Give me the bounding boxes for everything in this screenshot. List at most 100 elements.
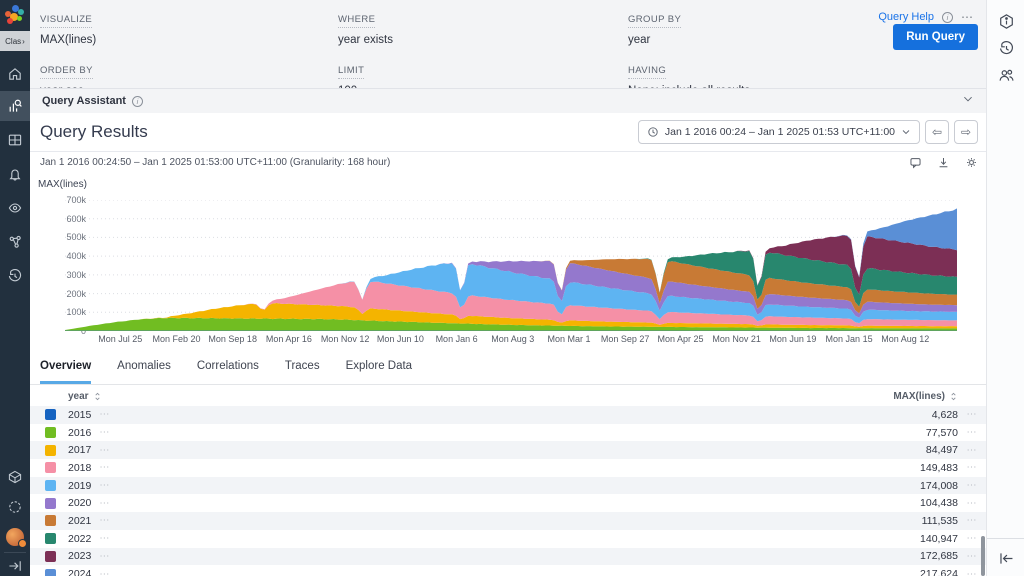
sidebar-item-query[interactable]: [0, 91, 30, 121]
query-help-info-icon[interactable]: i: [942, 12, 953, 23]
chevron-down-icon: [901, 127, 911, 137]
sidebar-item-alerts[interactable]: [0, 159, 30, 189]
value-menu-icon[interactable]: ⋯: [958, 462, 986, 473]
time-range-picker[interactable]: Jan 1 2016 00:24 – Jan 1 2025 01:53 UTC+…: [638, 120, 920, 144]
table-row[interactable]: 2018⋯149,483⋯: [30, 459, 986, 477]
value-menu-icon[interactable]: ⋯: [958, 445, 986, 456]
series-color-swatch: [45, 515, 56, 526]
row-menu-icon[interactable]: ⋯: [99, 427, 110, 438]
having-label: HAVING: [628, 65, 666, 79]
max-lines-column-header[interactable]: MAX(lines): [893, 391, 945, 402]
visualize-clause[interactable]: VISUALIZE MAX(lines): [40, 9, 338, 46]
query-help-link[interactable]: Query Help: [878, 11, 934, 23]
history-forward-button[interactable]: ⇨: [954, 120, 978, 144]
run-query-button[interactable]: Run Query: [893, 24, 978, 50]
group-by-value[interactable]: year: [628, 34, 928, 46]
x-tick-label: Mon Jul 25: [98, 334, 142, 344]
series-color-swatch: [45, 480, 56, 491]
environment-selector[interactable]: Clas ›: [0, 31, 30, 51]
tab-anomalies[interactable]: Anomalies: [117, 360, 171, 384]
environment-label: Clas: [5, 37, 21, 46]
value-menu-icon[interactable]: ⋯: [958, 409, 986, 420]
history-back-button[interactable]: ⇦: [925, 120, 949, 144]
gear-icon[interactable]: [965, 156, 978, 169]
x-tick-label: Mon Feb 20: [152, 334, 200, 344]
vertical-scrollbar-thumb[interactable]: [981, 536, 985, 576]
slo-eye-icon: [7, 200, 23, 216]
year-column-header[interactable]: year: [68, 391, 89, 402]
row-menu-icon[interactable]: ⋯: [99, 498, 110, 509]
sidebar-item-home[interactable]: [0, 59, 30, 89]
chevron-down-icon[interactable]: [962, 92, 974, 110]
query-assistant-info-icon[interactable]: i: [132, 96, 143, 107]
row-menu-icon[interactable]: ⋯: [99, 533, 110, 544]
sidebar-item-query-history[interactable]: [987, 35, 1024, 62]
max-lines-cell: 111,535: [922, 515, 958, 527]
main-content: VISUALIZE MAX(lines) WHERE year exists G…: [30, 0, 986, 576]
row-menu-icon[interactable]: ⋯: [99, 409, 110, 420]
expand-sidebar-button[interactable]: [0, 556, 30, 576]
collapse-panel-button[interactable]: [987, 545, 1024, 572]
table-row[interactable]: 2017⋯84,497⋯: [30, 441, 986, 459]
value-menu-icon[interactable]: ⋯: [958, 427, 986, 438]
download-icon[interactable]: [937, 156, 950, 169]
value-menu-icon[interactable]: ⋯: [958, 498, 986, 509]
row-menu-icon[interactable]: ⋯: [99, 515, 110, 526]
group-by-label: GROUP BY: [628, 14, 681, 28]
limit-label: LIMIT: [338, 65, 364, 79]
tab-correlations[interactable]: Correlations: [197, 360, 259, 384]
max-lines-cell: 104,438: [920, 497, 958, 509]
user-avatar[interactable]: [6, 528, 24, 546]
sidebar-item-boards[interactable]: [0, 125, 30, 155]
series-color-swatch: [45, 445, 56, 456]
max-lines-cell: 174,008: [920, 480, 958, 492]
table-row[interactable]: 2019⋯174,008⋯: [30, 477, 986, 495]
table-row[interactable]: 2023⋯172,685⋯: [30, 548, 986, 566]
where-value[interactable]: year exists: [338, 34, 628, 46]
sidebar-item-status-ring[interactable]: [0, 492, 30, 522]
table-row[interactable]: 2016⋯77,570⋯: [30, 424, 986, 442]
clock-icon: [647, 126, 659, 138]
value-menu-icon[interactable]: ⋯: [958, 515, 986, 526]
visualize-value[interactable]: MAX(lines): [40, 34, 338, 46]
table-row[interactable]: 2024⋯217,624⋯: [30, 565, 986, 576]
row-menu-icon[interactable]: ⋯: [99, 480, 110, 491]
tab-explore-data[interactable]: Explore Data: [346, 360, 412, 384]
back-arrow-icon: ⇦: [932, 125, 942, 139]
service-map-nodes-icon: [7, 234, 23, 250]
row-menu-icon[interactable]: ⋯: [99, 445, 110, 456]
sidebar-item-info[interactable]: [987, 8, 1024, 35]
sidebar-item-team-activity[interactable]: [987, 62, 1024, 89]
value-menu-icon[interactable]: ⋯: [958, 480, 986, 491]
table-row[interactable]: 2021⋯111,535⋯: [30, 512, 986, 530]
sort-icon[interactable]: [93, 391, 102, 402]
where-clause[interactable]: WHERE year exists: [338, 9, 628, 46]
query-assistant-bar[interactable]: Query Assistant i: [30, 88, 986, 113]
notification-badge: [18, 539, 27, 548]
series-color-swatch: [45, 427, 56, 438]
honeycomb-logo-icon[interactable]: [4, 5, 26, 27]
home-icon: [7, 66, 23, 82]
max-lines-cell: 217,624: [920, 568, 958, 576]
year-cell: 2020: [68, 497, 91, 509]
sidebar-item-slos[interactable]: [0, 193, 30, 223]
row-menu-icon[interactable]: ⋯: [99, 551, 110, 562]
comment-icon[interactable]: [909, 156, 922, 169]
package-cube-icon: [7, 469, 23, 485]
x-tick-label: Mon Nov 21: [712, 334, 761, 344]
table-row[interactable]: 2020⋯104,438⋯: [30, 494, 986, 512]
row-menu-icon[interactable]: ⋯: [99, 462, 110, 473]
stacked-area-chart[interactable]: [65, 200, 957, 331]
query-more-menu[interactable]: ⋯: [961, 10, 974, 24]
year-cell: 2022: [68, 533, 91, 545]
sidebar-item-history[interactable]: [0, 261, 30, 291]
row-menu-icon[interactable]: ⋯: [99, 569, 110, 576]
tab-traces[interactable]: Traces: [285, 360, 320, 384]
sidebar-item-service-map[interactable]: [0, 227, 30, 257]
table-row[interactable]: 2015⋯4,628⋯: [30, 406, 986, 424]
x-tick-label: Mon Jan 15: [826, 334, 873, 344]
table-row[interactable]: 2022⋯140,947⋯: [30, 530, 986, 548]
sidebar-item-packages[interactable]: [0, 462, 30, 492]
sort-icon[interactable]: [949, 391, 958, 402]
tab-overview[interactable]: Overview: [40, 360, 91, 384]
